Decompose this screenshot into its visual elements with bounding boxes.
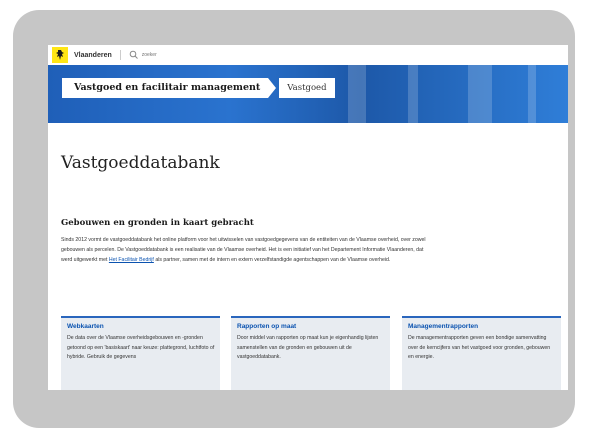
card-text: De managementrapporten geven een bondige… (408, 335, 551, 360)
vlaanderen-lion-logo-icon[interactable] (52, 47, 68, 63)
card-text: De data over de Vlaamse overheidsgebouwe… (67, 335, 215, 360)
facilitair-bedrijf-link[interactable]: Het Facilitair Bedrijf (109, 257, 154, 263)
brand-name[interactable]: Vlaanderen (74, 52, 112, 59)
header-banner: Vastgoed en facilitair management Vastgo… (48, 65, 568, 123)
card-rapporten-op-maat[interactable]: Rapporten op maat Door middel van rappor… (231, 316, 390, 390)
top-bar: Vlaanderen (48, 45, 568, 66)
breadcrumb: Vastgoed en facilitair management Vastgo… (62, 78, 335, 98)
divider (119, 50, 121, 60)
device-frame: Vlaanderen Vastgoed en facilitair manage… (13, 10, 575, 428)
intro-paragraph: Sinds 2012 vormt de vastgoeddatabank het… (61, 235, 431, 265)
card-title[interactable]: Rapporten op maat (237, 323, 385, 330)
card-row: Webkaarten De data over de Vlaamse overh… (61, 316, 566, 390)
intro-text-end: als partner, samen met de intern en exte… (155, 257, 391, 263)
breadcrumb-sub[interactable]: Vastgoed (279, 78, 335, 98)
browser-screen: Vlaanderen Vastgoed en facilitair manage… (48, 45, 568, 390)
page-title: Vastgoeddatabank (61, 153, 220, 173)
breadcrumb-main[interactable]: Vastgoed en facilitair management (62, 78, 269, 98)
card-title[interactable]: Managementrapporten (408, 323, 556, 330)
section-heading: Gebouwen en gronden in kaart gebracht (61, 218, 254, 228)
card-text: Door middel van rapporten op maat kun je… (237, 335, 379, 360)
breadcrumb-separator (268, 78, 277, 98)
search-input[interactable] (138, 52, 202, 58)
card-managementrapporten[interactable]: Managementrapporten De managementrapport… (402, 316, 561, 390)
card-webkaarten[interactable]: Webkaarten De data over de Vlaamse overh… (61, 316, 220, 390)
banner-window-stripe (528, 65, 536, 123)
search-icon[interactable] (129, 50, 139, 60)
banner-window-stripe (408, 65, 418, 123)
banner-window-stripe (468, 65, 492, 123)
banner-window-stripe (348, 65, 366, 123)
card-title[interactable]: Webkaarten (67, 323, 215, 330)
